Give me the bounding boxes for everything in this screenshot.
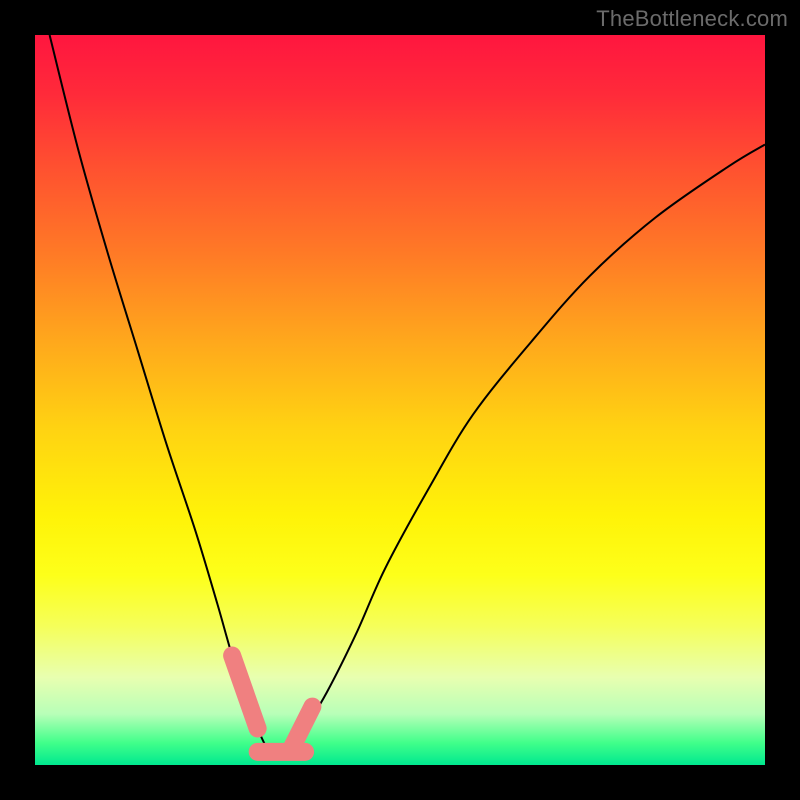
curve-svg	[35, 35, 765, 765]
left-highlight	[232, 656, 258, 729]
plot-area	[35, 35, 765, 765]
bottleneck-curve	[50, 35, 765, 754]
watermark-text: TheBottleneck.com	[596, 6, 788, 32]
chart-frame: TheBottleneck.com	[0, 0, 800, 800]
